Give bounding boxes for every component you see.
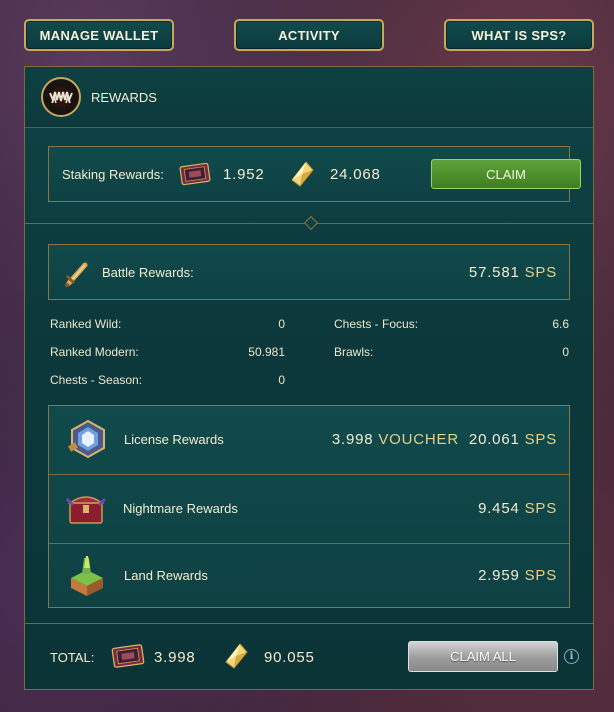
stat-label-chests-season: Chests - Season: <box>50 373 143 387</box>
stat-label-chests-focus: Chests - Focus: <box>334 317 419 331</box>
voucher-card-icon <box>177 162 213 186</box>
manage-wallet-button[interactable]: MANAGE WALLET <box>24 19 174 51</box>
land-rewards-value: 2.959 SPS <box>478 567 557 584</box>
activity-button[interactable]: ACTIVITY <box>234 19 384 51</box>
land-amount: 2.959 <box>478 567 520 584</box>
license-voucher-unit: VOUCHER <box>378 431 459 448</box>
claim-all-button[interactable]: CLAIM ALL <box>408 641 558 672</box>
panel-title: REWARDS <box>91 90 157 105</box>
staking-rewards-box: Staking Rewards: 1.952 24.068 CLAIM <box>48 146 581 202</box>
license-sps-unit: SPS <box>524 431 557 448</box>
stat-label-brawls: Brawls: <box>334 345 374 359</box>
sword-icon <box>63 259 91 287</box>
total-label: TOTAL: <box>50 650 95 665</box>
stat-value-chests-season: 0 <box>278 373 285 387</box>
section-divider <box>317 223 593 224</box>
stat-label-ranked-modern: Ranked Modern: <box>50 345 139 359</box>
battle-rewards-amount: 57.581 <box>468 264 520 281</box>
nightmare-unit: SPS <box>524 500 557 517</box>
stat-value-brawls: 0 <box>562 345 569 359</box>
nightmare-amount: 9.454 <box>478 500 520 517</box>
sps-crystal-icon <box>288 160 316 188</box>
stat-label-ranked-wild: Ranked Wild: <box>50 317 122 331</box>
voucher-card-icon <box>109 643 147 669</box>
what-is-sps-button[interactable]: WHAT IS SPS? <box>444 19 594 51</box>
battle-rewards-label: Battle Rewards: <box>102 265 194 280</box>
land-rewards-row: Land Rewards 2.959 SPS <box>49 544 569 608</box>
divider-diamond-icon <box>303 215 319 231</box>
info-icon[interactable]: i <box>564 649 579 664</box>
battle-rewards-value: 57.581 SPS <box>469 264 557 281</box>
nightmare-chest-icon <box>65 489 107 529</box>
total-voucher-value: 3.998 <box>154 649 196 666</box>
battle-rewards-unit: SPS <box>524 264 557 281</box>
stat-value-chests-focus: 6.6 <box>552 317 569 331</box>
claim-button[interactable]: CLAIM <box>431 159 581 189</box>
other-rewards-box: License Rewards 3.998 VOUCHER 20.061 SPS… <box>48 405 570 608</box>
license-rewards-row: License Rewards 3.998 VOUCHER 20.061 SPS <box>49 406 569 474</box>
nightmare-rewards-label: Nightmare Rewards <box>123 501 238 516</box>
staking-voucher-value: 1.952 <box>223 166 265 183</box>
land-unit: SPS <box>524 567 557 584</box>
license-rewards-label: License Rewards <box>124 432 224 447</box>
stat-value-ranked-wild: 0 <box>278 317 285 331</box>
stat-value-ranked-modern: 50.981 <box>248 345 285 359</box>
license-sps-amount: 20.061 <box>468 431 520 448</box>
rewards-header: REWARDS <box>25 67 593 128</box>
license-rewards-values: 3.998 VOUCHER 20.061 SPS <box>332 431 557 448</box>
staking-sps-value: 24.068 <box>330 166 381 183</box>
rewards-panel: REWARDS Staking Rewards: 1.952 24.068 CL… <box>24 66 594 690</box>
license-badge-icon <box>67 418 109 460</box>
footer-divider <box>25 623 593 624</box>
land-plot-icon <box>67 554 107 598</box>
land-rewards-label: Land Rewards <box>124 568 208 583</box>
staking-rewards-label: Staking Rewards: <box>62 167 164 182</box>
section-divider <box>25 223 305 224</box>
nightmare-rewards-row: Nightmare Rewards 9.454 SPS <box>49 475 569 543</box>
total-sps-value: 90.055 <box>264 649 315 666</box>
fanged-mouth-icon <box>41 77 81 117</box>
license-voucher-amount: 3.998 <box>331 431 374 448</box>
battle-rewards-box: Battle Rewards: 57.581 SPS <box>48 244 570 300</box>
sps-crystal-icon <box>222 642 250 670</box>
nightmare-rewards-value: 9.454 SPS <box>478 500 557 517</box>
